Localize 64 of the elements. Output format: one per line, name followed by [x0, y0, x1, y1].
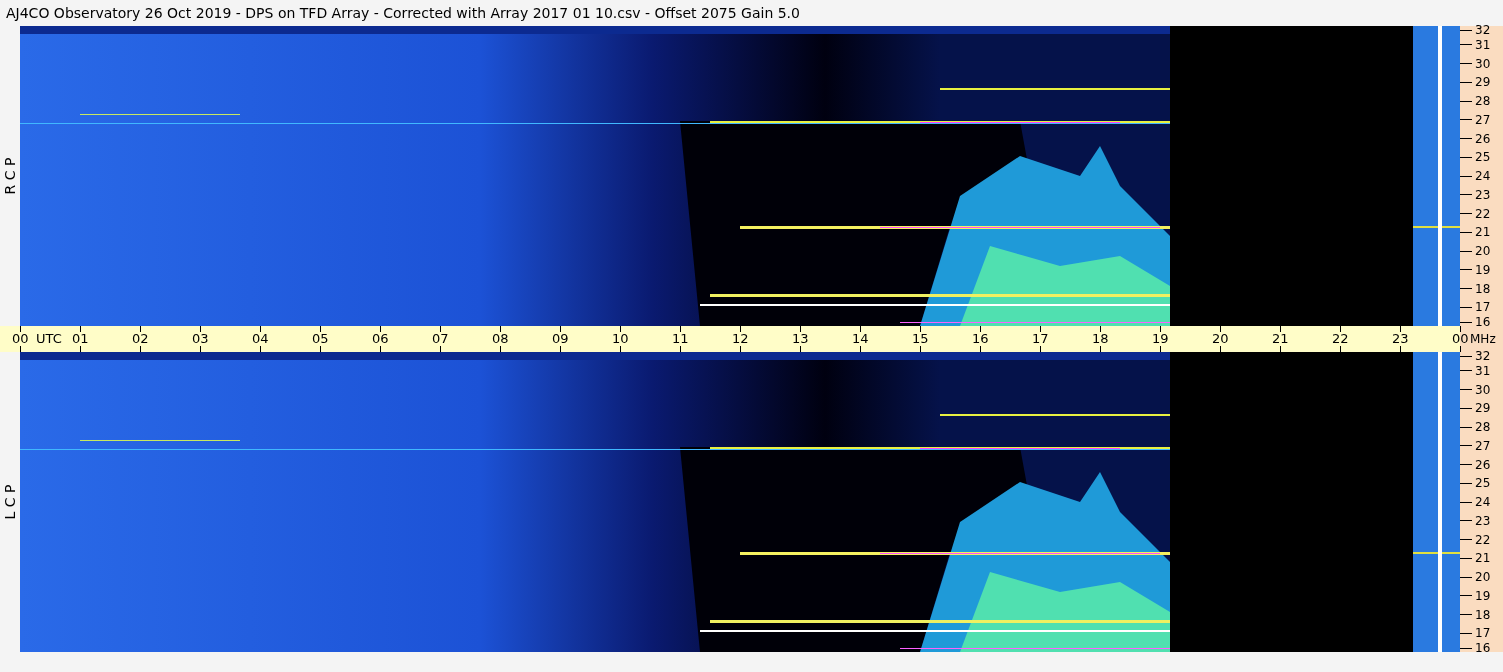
frequency-label: 24 [1475, 495, 1491, 509]
frequency-label: 19 [1475, 262, 1491, 277]
frequency-label: 27 [1475, 438, 1491, 453]
frequency-label: 29 [1475, 75, 1491, 90]
hour-label: 17 [1032, 331, 1049, 347]
hour-label: 16 [972, 331, 989, 347]
frequency-label: 23 [1475, 187, 1491, 202]
hour-label: 08 [492, 331, 509, 347]
hour-label: 07 [432, 331, 449, 347]
frequency-label: 22 [1475, 206, 1491, 221]
hour-label: 00 [1452, 331, 1469, 347]
frequency-label: 32 [1475, 349, 1491, 363]
hour-label: 03 [192, 331, 209, 347]
window-title: AJ4CO Observatory 26 Oct 2019 - DPS on TFD Array - Corrected with Array 2017 01 10.csv - Offset 2075 Gain 5.0 [5, 4, 801, 23]
hour-label: 11 [672, 331, 689, 347]
channel-label: L C P [2, 484, 18, 520]
frequency-label: 20 [1475, 570, 1491, 584]
hour-label: 23 [1392, 331, 1409, 347]
frequency-label: 16 [1475, 315, 1491, 329]
frequency-label: 18 [1475, 281, 1491, 296]
hour-label: 19 [1152, 331, 1169, 347]
hour-label: 14 [852, 331, 869, 347]
frequency-label: 23 [1475, 513, 1491, 528]
timezone-label: UTC [36, 331, 62, 347]
hour-label: 20 [1212, 331, 1229, 347]
frequency-label: 21 [1475, 225, 1491, 240]
frequency-label: 25 [1475, 476, 1491, 491]
frequency-label: 28 [1475, 94, 1491, 108]
hour-label: 15 [912, 331, 929, 347]
frequency-label: 24 [1475, 169, 1491, 183]
hour-label: 04 [252, 331, 269, 347]
hour-label: 00 [12, 331, 29, 347]
hour-label: 21 [1272, 331, 1289, 347]
frequency-label: 27 [1475, 112, 1491, 127]
frequency-label: 26 [1475, 457, 1491, 472]
frequency-label: 28 [1475, 420, 1491, 434]
hour-label: 22 [1332, 331, 1349, 347]
frequency-label: 16 [1475, 641, 1491, 655]
frequency-label: 17 [1475, 626, 1491, 641]
channel-label: R C P [2, 157, 18, 195]
frequency-label: 31 [1475, 37, 1491, 52]
hour-label: 13 [792, 331, 809, 347]
hour-label: 06 [372, 331, 389, 347]
frequency-label: 32 [1475, 23, 1491, 37]
hour-label: 01 [72, 331, 89, 347]
frequency-label: 25 [1475, 150, 1491, 165]
hour-label: 02 [132, 331, 149, 347]
frequency-label: 18 [1475, 607, 1491, 622]
hour-label: 18 [1092, 331, 1109, 347]
frequency-label: 29 [1475, 401, 1491, 416]
frequency-label: 21 [1475, 551, 1491, 566]
frequency-label: 30 [1475, 56, 1491, 71]
hour-label: 12 [732, 331, 749, 347]
frequency-label: 19 [1475, 588, 1491, 603]
hour-label: 10 [612, 331, 629, 347]
unit-label: MHz [1470, 331, 1496, 347]
frequency-label: 20 [1475, 244, 1491, 258]
frequency-label: 31 [1475, 363, 1491, 378]
hour-label: 05 [312, 331, 329, 347]
frequency-label: 30 [1475, 382, 1491, 397]
frequency-label: 22 [1475, 532, 1491, 547]
frequency-label: 26 [1475, 131, 1491, 146]
hour-label: 09 [552, 331, 569, 347]
frequency-label: 17 [1475, 300, 1491, 315]
